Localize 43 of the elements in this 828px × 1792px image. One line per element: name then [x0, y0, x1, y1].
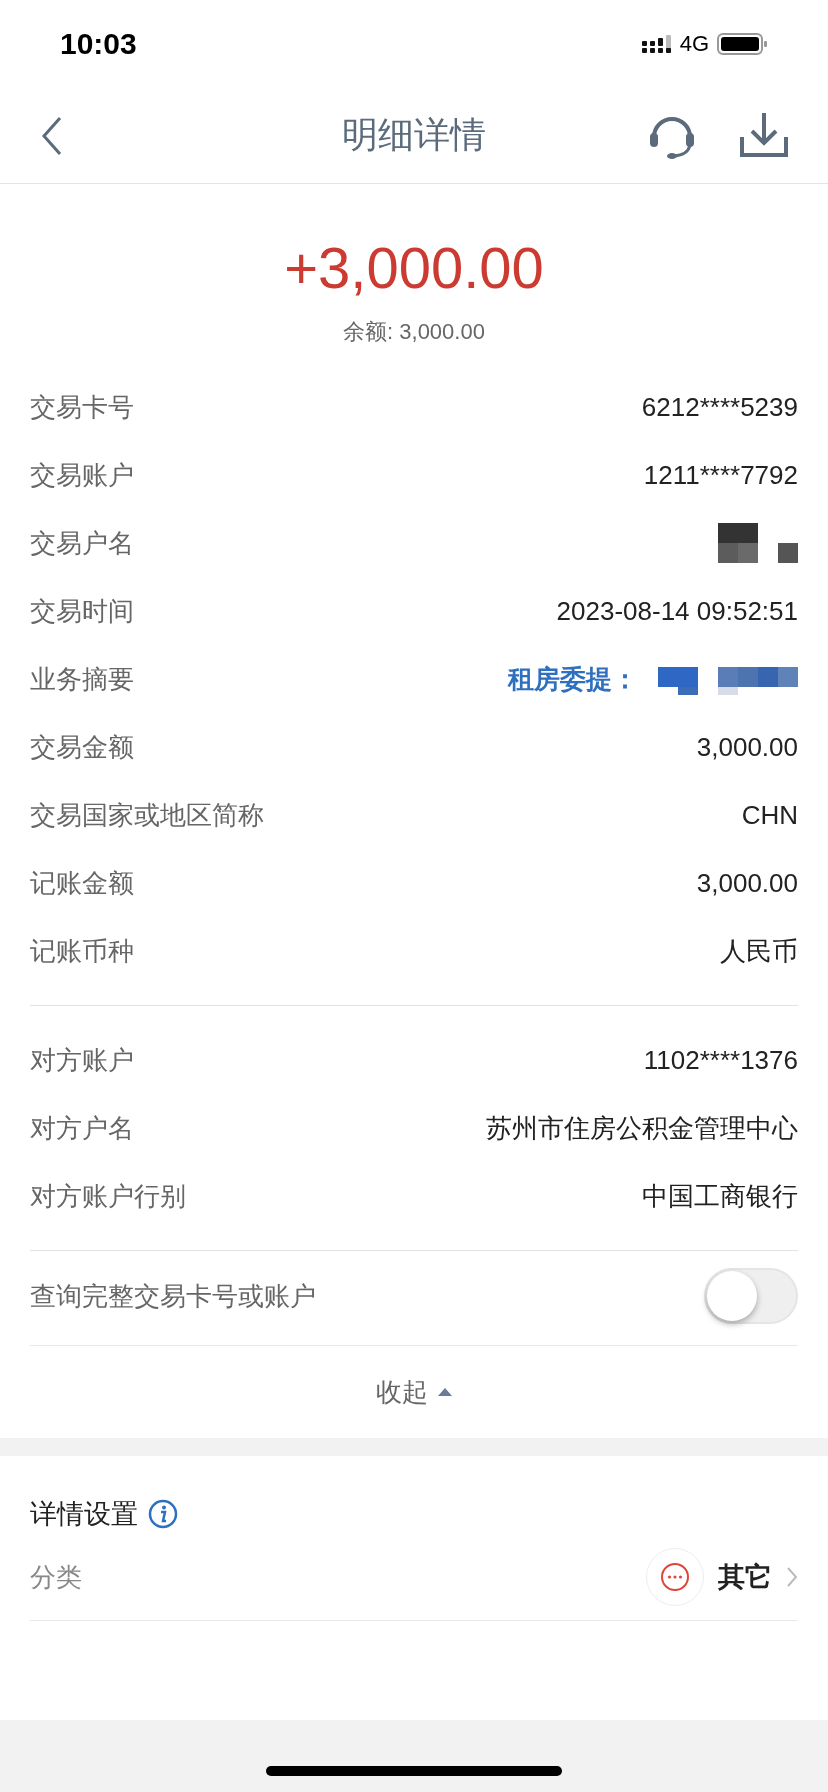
back-button[interactable] [40, 115, 64, 156]
status-time: 10:03 [60, 27, 137, 61]
field-label: 业务摘要 [30, 662, 134, 696]
section-title: 详情设置 [30, 1498, 138, 1531]
field-label: 对方账户 [30, 1043, 134, 1077]
signal-icon [641, 35, 672, 53]
balance: 余额: 3,000.00 [342, 318, 486, 346]
field-value: 1211****7792 [643, 459, 798, 491]
category-selector[interactable]: 其它 [646, 1548, 798, 1606]
field-value: 1102****1376 [643, 1044, 798, 1076]
field-value: CHN [741, 799, 798, 831]
field-value: 3,000.00 [696, 731, 798, 763]
field-label: 交易卡号 [30, 390, 134, 424]
field-label: 交易国家或地区简称 [30, 798, 264, 832]
field-label: 交易时间 [30, 594, 134, 628]
field-value: 中国工商银行 [642, 1179, 798, 1213]
field-label: 交易账户 [30, 458, 134, 492]
download-icon [740, 110, 788, 157]
field-label: 交易户名 [30, 526, 134, 560]
field-label: 分类 [30, 1560, 82, 1594]
toggle-label: 查询完整交易卡号或账户 [30, 1279, 316, 1313]
field-label: 记账币种 [30, 934, 134, 968]
page-title: 明细详情 [342, 113, 486, 157]
field-label: 对方户名 [30, 1111, 134, 1145]
field-value: 2023-08-14 09:52:51 [556, 595, 798, 627]
chevron-right-icon [786, 1566, 798, 1588]
field-label: 对方账户行别 [30, 1179, 186, 1213]
summary-value: 租房委提： [508, 662, 638, 696]
field-label: 交易金额 [30, 730, 134, 764]
more-dots-icon [660, 1562, 690, 1592]
field-value: 6212****5239 [641, 391, 798, 423]
field-value: 3,000.00 [696, 867, 798, 899]
field-label: 记账金额 [30, 866, 134, 900]
collapse-button[interactable]: 收起 [376, 1374, 452, 1410]
battery-icon [717, 33, 768, 55]
back-icon [40, 115, 64, 156]
toggle-switch[interactable] [704, 1268, 798, 1324]
field-value: 人民币 [720, 934, 798, 968]
amount: +3,000.00 [283, 234, 545, 301]
field-value: 苏州市住房公积金管理中心 [486, 1111, 798, 1145]
info-icon [148, 1499, 178, 1529]
caret-up-icon [438, 1387, 452, 1397]
network-label: 4G [679, 31, 709, 57]
